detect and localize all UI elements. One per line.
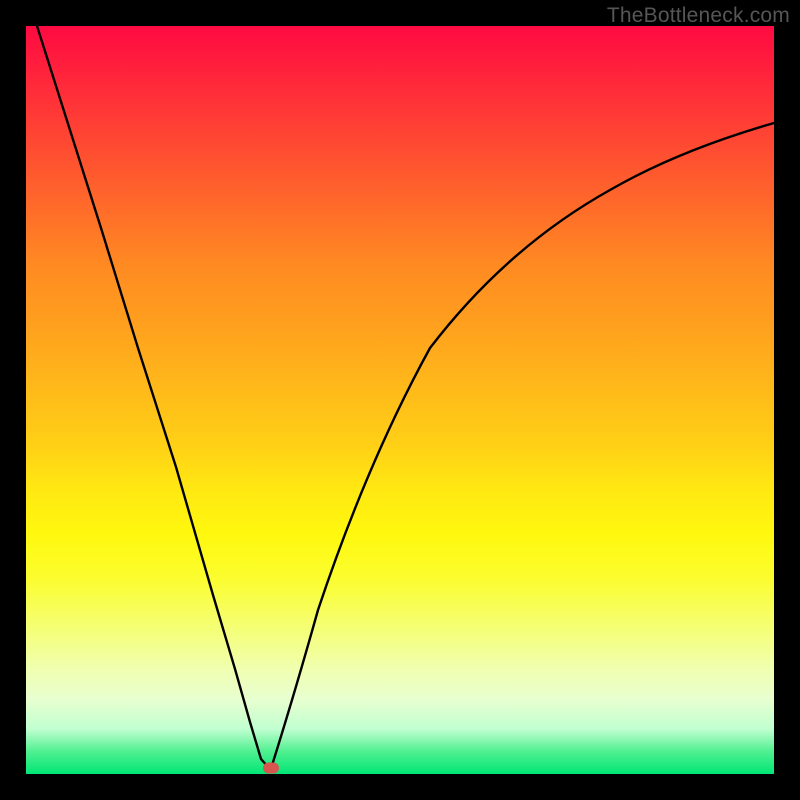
curve-right-branch	[271, 123, 774, 770]
watermark-text: TheBottleneck.com	[607, 4, 790, 28]
chart-frame: TheBottleneck.com	[0, 0, 800, 800]
curve-left-branch	[37, 26, 271, 770]
bottleneck-curve	[26, 26, 774, 774]
minimum-marker	[263, 763, 279, 774]
plot-area	[26, 26, 774, 774]
